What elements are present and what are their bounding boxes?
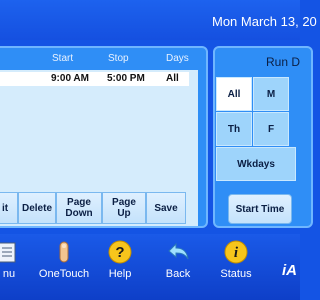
day-monday-button[interactable]: M (253, 77, 289, 111)
row-days: All (166, 73, 179, 84)
date-display: Mon March 13, 20 (212, 14, 317, 29)
page-up-button[interactable]: Page Up (102, 192, 146, 224)
delete-button-label: Delete (21, 202, 52, 214)
day-all-button[interactable]: All (216, 77, 252, 111)
day-all-label: All (227, 88, 241, 100)
save-button[interactable]: Save (146, 192, 186, 224)
page-up-label-line1: Page (112, 197, 136, 208)
nav-back-button[interactable]: Back (162, 240, 194, 286)
svg-text:?: ? (115, 244, 124, 261)
start-time-label: Start Time (235, 203, 285, 215)
day-monday-label: M (266, 88, 276, 100)
day-thursday-button[interactable]: Th (216, 112, 252, 146)
delete-button[interactable]: Delete (18, 192, 56, 224)
day-weekdays-button[interactable]: Wkdays (216, 147, 296, 181)
nav-help-button[interactable]: ? Help (104, 240, 136, 286)
day-thursday-label: Th (227, 123, 241, 135)
onetouch-finger-icon (59, 241, 69, 263)
nav-onetouch-button[interactable]: OneTouch (36, 240, 92, 286)
start-time-button[interactable]: Start Time (228, 194, 292, 224)
brand-logo: iA (282, 262, 297, 279)
row-start-time: 9:00 AM (51, 73, 89, 84)
day-friday-button[interactable]: F (253, 112, 289, 146)
column-header-days: Days (166, 53, 189, 64)
page-down-label-line1: Page (67, 197, 91, 208)
nav-menu-label: nu (2, 268, 16, 280)
status-info-icon: i (224, 240, 248, 264)
top-bar: Mon March 13, 20 (0, 0, 317, 40)
run-days-title: Run D (266, 55, 301, 69)
edit-button-label: it (1, 202, 9, 214)
run-days-grid: All M Th F Wkdays (216, 77, 300, 181)
nav-menu-button[interactable]: nu (0, 240, 24, 286)
nav-help-label: Help (108, 268, 132, 280)
nav-onetouch-label: OneTouch (38, 268, 90, 280)
menu-icon (0, 242, 16, 263)
save-button-label: Save (154, 202, 178, 214)
help-icon: ? (108, 240, 132, 264)
back-arrow-icon (168, 242, 189, 260)
nav-status-label: Status (220, 268, 252, 280)
column-header-stop: Stop (108, 53, 129, 64)
nav-status-button[interactable]: i Status (218, 240, 254, 286)
page-down-label-line2: Down (65, 208, 93, 219)
page-down-button[interactable]: Page Down (56, 192, 102, 224)
day-weekdays-label: Wkdays (237, 158, 275, 170)
day-friday-label: F (267, 123, 275, 135)
schedule-button-bar: it Delete Page Down Page Up Save (0, 192, 200, 224)
table-row[interactable]: 9:00 AM 5:00 PM All (0, 72, 189, 86)
row-stop-time: 5:00 PM (107, 73, 145, 84)
column-header-start: Start (52, 53, 74, 64)
edit-button[interactable]: it (0, 192, 18, 224)
nav-back-label: Back (165, 268, 191, 280)
page-up-label-line2: Up (117, 208, 131, 219)
